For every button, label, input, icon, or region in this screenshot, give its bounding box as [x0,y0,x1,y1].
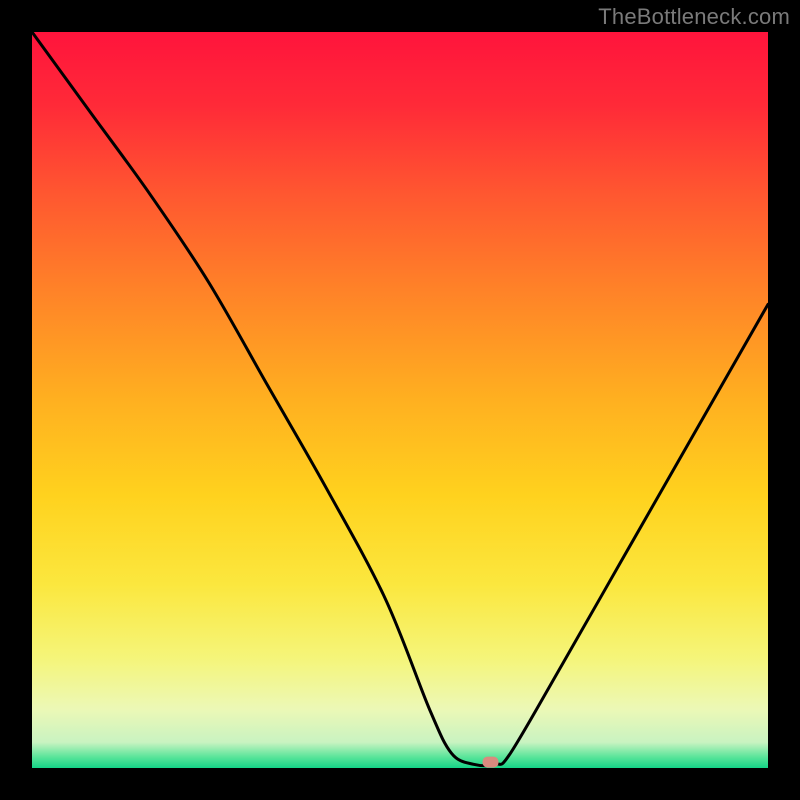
optimal-marker [483,757,499,768]
bottleneck-chart [0,0,800,800]
plot-background [32,32,768,768]
chart-container: TheBottleneck.com [0,0,800,800]
watermark-text: TheBottleneck.com [598,4,790,30]
